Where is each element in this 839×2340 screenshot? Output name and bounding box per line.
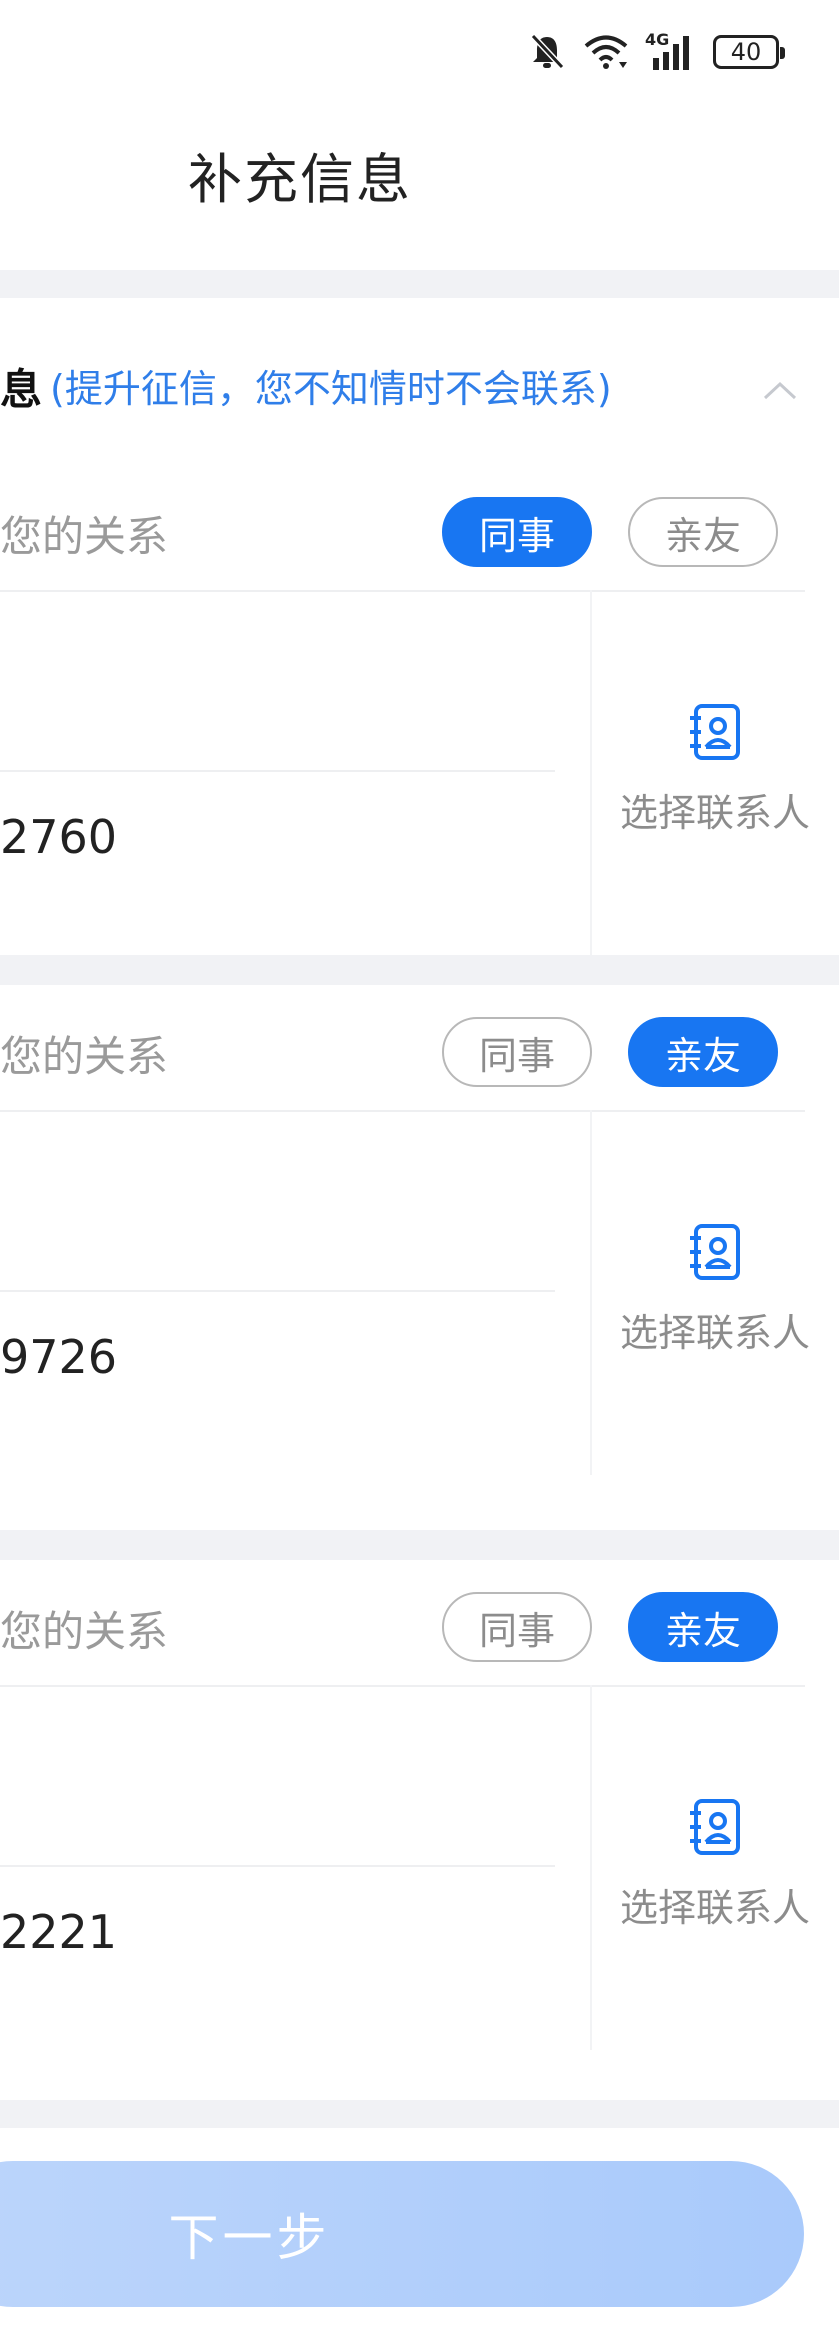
section-header[interactable]: 息 (提升征信，您不知情时不会联系) — [0, 298, 839, 438]
relation-option-colleague[interactable]: 同事 — [442, 497, 592, 567]
divider — [0, 1530, 839, 1560]
page-title: 补充信息 — [188, 148, 412, 211]
chevron-up-icon[interactable] — [762, 378, 798, 402]
contact-inputs: 2221 — [0, 1685, 590, 2050]
contact-card-2: 您的关系 同事 亲友 9726 选择联系人 — [0, 985, 839, 1475]
relation-row: 您的关系 同事 亲友 — [0, 1560, 805, 1687]
screen: 4G 40 补充信息 息 (提升征信，您不知情时不会联系) 您的关系 同事 亲友… — [0, 0, 839, 2340]
name-field[interactable] — [0, 1685, 555, 1867]
relation-row: 您的关系 同事 亲友 — [0, 465, 805, 592]
name-field[interactable] — [0, 1110, 555, 1292]
contact-inputs: 2760 — [0, 590, 590, 955]
relation-option-colleague[interactable]: 同事 — [442, 1017, 592, 1087]
battery-icon: 40 — [713, 35, 785, 69]
relation-label: 您的关系 — [0, 512, 169, 561]
wifi-icon — [584, 35, 628, 69]
divider — [0, 270, 839, 298]
status-bar: 4G 40 — [0, 0, 839, 105]
signal-icon: 4G — [645, 30, 697, 72]
relation-row: 您的关系 同事 亲友 — [0, 985, 805, 1112]
relation-option-colleague[interactable]: 同事 — [442, 1592, 592, 1662]
divider — [0, 955, 839, 985]
contact-book-icon — [690, 704, 740, 760]
next-step-label: 下一步 — [168, 2209, 331, 2267]
status-icons: 4G 40 — [527, 30, 785, 74]
select-contact-button[interactable]: 选择联系人 — [590, 1110, 839, 1475]
bell-off-icon — [530, 33, 565, 70]
next-step-button[interactable]: 下一步 — [0, 2161, 804, 2307]
contact-card-1: 您的关系 同事 亲友 2760 选择联系人 — [0, 465, 839, 955]
contact-inputs: 9726 — [0, 1110, 590, 1475]
relation-option-relative[interactable]: 亲友 — [628, 497, 778, 567]
relation-label: 您的关系 — [0, 1032, 169, 1081]
battery-level: 40 — [730, 38, 762, 66]
select-contact-label: 选择联系人 — [620, 1311, 811, 1355]
select-contact-label: 选择联系人 — [620, 1886, 811, 1930]
select-contact-button[interactable]: 选择联系人 — [590, 590, 839, 955]
relation-option-relative[interactable]: 亲友 — [628, 1017, 778, 1087]
section-note: (提升征信，您不知情时不会联系) — [50, 367, 612, 411]
contact-book-icon — [690, 1224, 740, 1280]
name-field[interactable] — [0, 590, 555, 772]
section-title: 息 — [0, 365, 43, 414]
relation-option-relative[interactable]: 亲友 — [628, 1592, 778, 1662]
signal-bars — [653, 36, 689, 70]
phone-field[interactable]: 2221 — [0, 1905, 117, 1959]
contact-card-3: 您的关系 同事 亲友 2221 选择联系人 — [0, 1560, 839, 2050]
phone-field[interactable]: 9726 — [0, 1330, 117, 1384]
select-contact-button[interactable]: 选择联系人 — [590, 1685, 839, 2050]
contact-book-icon — [690, 1799, 740, 1855]
divider — [0, 2100, 839, 2128]
header: 补充信息 — [0, 105, 839, 270]
relation-label: 您的关系 — [0, 1607, 169, 1656]
phone-field[interactable]: 2760 — [0, 810, 117, 864]
bottom-bar: 下一步 — [0, 2128, 839, 2340]
select-contact-label: 选择联系人 — [620, 791, 811, 835]
